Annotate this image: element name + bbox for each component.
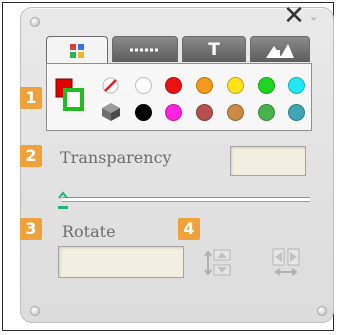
transparency-slider-thumb[interactable]	[57, 190, 69, 216]
minimize-button[interactable]: ⌄	[309, 11, 319, 22]
swatch-magenta[interactable]	[165, 104, 182, 121]
flip-vertical-icon[interactable]	[204, 248, 232, 278]
current-color-indicator[interactable]	[55, 78, 85, 112]
callout-badge-1: 1	[20, 87, 42, 109]
text-icon: T	[208, 39, 220, 60]
tab-strip: T	[46, 36, 310, 64]
screw-icon	[317, 306, 327, 316]
swatch-red[interactable]	[165, 77, 182, 94]
swatch-tan[interactable]	[227, 104, 244, 121]
swatch-teal[interactable]	[288, 104, 305, 121]
tab-line-style[interactable]	[112, 36, 178, 62]
shapes-icon	[266, 43, 294, 58]
swatch-black[interactable]	[135, 104, 152, 121]
transparency-slider-track[interactable]	[62, 197, 310, 202]
callout-badge-4: 4	[178, 218, 200, 240]
screw-icon	[30, 17, 40, 27]
color-palette	[46, 63, 312, 131]
swatch-cyan[interactable]	[288, 77, 305, 94]
screw-icon	[30, 306, 40, 316]
rotate-field[interactable]	[58, 246, 184, 278]
flip-horizontal-icon[interactable]	[270, 246, 302, 278]
tab-text[interactable]: T	[182, 36, 246, 62]
swatch-green[interactable]	[258, 77, 275, 94]
no-color-swatch[interactable]	[102, 77, 119, 94]
swatch-yellow[interactable]	[227, 77, 244, 94]
transparency-field[interactable]	[230, 146, 306, 176]
cube-icon[interactable]	[101, 102, 121, 122]
close-button[interactable]: ✕	[282, 3, 306, 29]
swatch-brown-red[interactable]	[196, 104, 213, 121]
rotate-label: Rotate	[62, 222, 116, 241]
callout-badge-3: 3	[20, 218, 42, 240]
swatch-orange[interactable]	[196, 77, 213, 94]
tab-shapes[interactable]	[250, 36, 310, 62]
palette-grid-icon	[70, 43, 84, 58]
transparency-label: Transparency	[60, 148, 172, 167]
swatch-white[interactable]	[135, 77, 152, 94]
tab-color[interactable]	[46, 36, 108, 64]
swatch-dark-green[interactable]	[258, 104, 275, 121]
dashed-line-icon	[130, 48, 160, 51]
callout-badge-2: 2	[20, 145, 42, 167]
